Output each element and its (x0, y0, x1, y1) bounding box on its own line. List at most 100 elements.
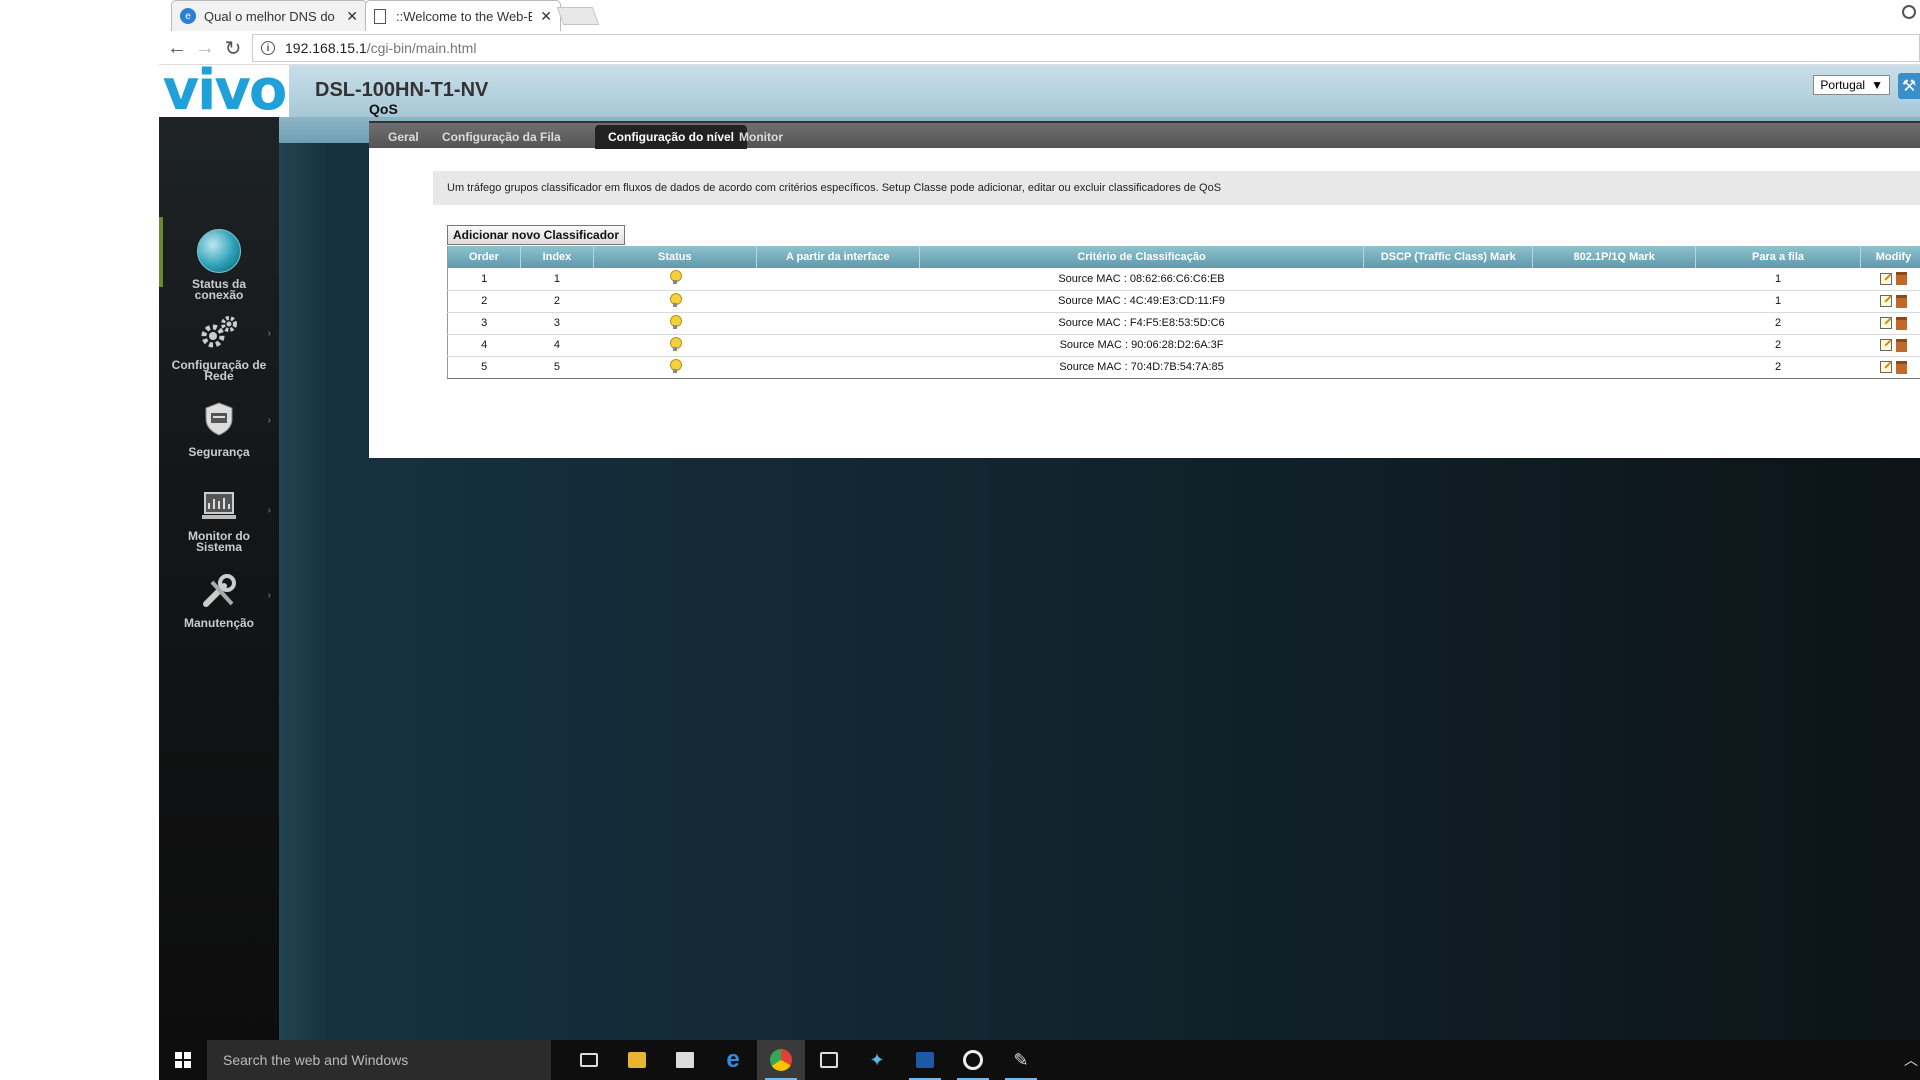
taskbar: Search the web and Windows e ✦ ✎ ︿ (159, 1040, 1920, 1080)
sidebar-item-maintenance[interactable]: › Manutenção (159, 574, 279, 629)
router-page: vivo DSL-100HN-T1-NV Portugal ▼ ⚒ Status… (159, 63, 1920, 1040)
cell-queue: 1 (1695, 268, 1861, 291)
cell-queue: 1 (1695, 290, 1861, 313)
chrome-icon[interactable] (757, 1040, 805, 1080)
cell-criteria: Source MAC : 70:4D:7B:54:7A:85 (919, 356, 1364, 379)
qos-panel: Geral Configuração da Fila Configuração … (369, 121, 1920, 458)
edit-icon[interactable] (1879, 295, 1892, 307)
tab-geral[interactable]: Geral (375, 125, 432, 149)
task-view-icon[interactable] (565, 1040, 613, 1080)
cell-index: 4 (520, 334, 594, 357)
cell-status (593, 356, 757, 379)
taskbar-search-box[interactable]: Search the web and Windows (207, 1040, 551, 1080)
app-icon[interactable] (805, 1040, 853, 1080)
sidebar-item-label: Configuração de Rede (159, 359, 279, 383)
cell-queue: 2 (1695, 356, 1861, 379)
trash-icon[interactable] (1895, 294, 1907, 308)
sidebar-item-monitor[interactable]: › Monitor do Sistema (159, 489, 279, 553)
edge-icon[interactable]: e (709, 1040, 757, 1080)
cell-dscp (1363, 268, 1533, 291)
new-tab-button[interactable] (556, 7, 600, 25)
edit-icon[interactable] (1879, 317, 1892, 329)
cell-status (593, 334, 757, 357)
tab-title: Qual o melhor DNS do B (204, 8, 339, 24)
overwatch-icon[interactable] (949, 1040, 997, 1080)
edit-icon[interactable] (1879, 339, 1892, 351)
close-icon[interactable]: ✕ (540, 8, 552, 25)
url-path: /cgi-bin/main.html (366, 40, 477, 56)
table-header-row: Order Index Status A partir da interface… (447, 246, 1920, 268)
tab-monitor[interactable]: Monitor (726, 125, 796, 149)
table-row: 4 4 Source MAC : 90:06:28:D2:6A:3F 2 (447, 334, 1920, 357)
cell-status (593, 268, 757, 291)
cell-status (593, 312, 757, 335)
close-icon[interactable]: ✕ (346, 8, 358, 25)
address-bar[interactable]: i 192.168.15.1/cgi-bin/main.html (252, 34, 1920, 62)
sidebar-item-network[interactable]: › Configuração de Rede (159, 312, 279, 382)
cell-dscp (1363, 290, 1533, 313)
cell-queue: 2 (1695, 334, 1861, 357)
cell-order: 4 (447, 334, 521, 357)
trash-icon[interactable] (1895, 272, 1907, 286)
label-line-1: Manutenção (183, 616, 254, 630)
sidebar: Status da conexão › Configuração de Rede… (159, 117, 279, 1040)
label-line-1: Segurança (188, 445, 250, 459)
tab-config-nivel[interactable]: Configuração do nível (595, 125, 748, 149)
info-icon[interactable]: i (261, 41, 275, 55)
trash-icon[interactable] (1895, 316, 1907, 330)
column-header: A partir da interface (756, 246, 920, 268)
store-icon[interactable] (661, 1040, 709, 1080)
cell-modify (1860, 312, 1920, 335)
add-classifier-button[interactable]: Adicionar novo Classificador (447, 225, 626, 245)
browser-tab-dns[interactable]: e Qual o melhor DNS do B ✕ (171, 0, 367, 31)
tray-chevron-icon[interactable]: ︿ (1904, 1050, 1920, 1070)
top-banner: vivo DSL-100HN-T1-NV Portugal ▼ ⚒ (159, 63, 1920, 119)
document-icon (374, 8, 386, 24)
screen: e Qual o melhor DNS do B ✕ ::Welcome to … (0, 0, 1920, 1080)
start-button[interactable] (159, 1040, 207, 1080)
cell-modify (1860, 356, 1920, 379)
app-icon[interactable]: ✎ (997, 1040, 1045, 1080)
label-line-2: conexão (194, 288, 244, 302)
browser-window: e Qual o melhor DNS do B ✕ ::Welcome to … (159, 0, 1920, 1080)
section-title: QoS (369, 101, 398, 117)
tab-config-fila[interactable]: Configuração da Fila (429, 125, 574, 149)
column-header: Critério de Classificação (919, 246, 1365, 268)
forward-arrow-icon[interactable]: → (193, 36, 217, 60)
model-title: DSL-100HN-T1-NV (315, 79, 489, 101)
language-select[interactable]: Portugal ▼ (1813, 75, 1890, 95)
app-icon[interactable]: ✦ (853, 1040, 901, 1080)
tab-strip: e Qual o melhor DNS do B ✕ ::Welcome to … (159, 0, 1920, 31)
lightbulb-icon (669, 292, 682, 307)
file-explorer-icon[interactable] (613, 1040, 661, 1080)
cell-index: 5 (520, 356, 594, 379)
sidebar-item-security[interactable]: › Segurança (159, 399, 279, 458)
chevron-right-icon: › (267, 415, 271, 426)
cell-interface (756, 312, 920, 335)
vivo-logo: vivo (159, 63, 289, 119)
edit-icon[interactable] (1879, 272, 1892, 285)
trash-icon[interactable] (1895, 338, 1907, 352)
cell-interface (756, 290, 920, 313)
tools-icon[interactable]: ⚒ (1898, 73, 1920, 99)
chevron-right-icon: › (267, 328, 271, 339)
left-margin (0, 0, 159, 1080)
cell-8021p (1532, 312, 1696, 335)
trash-icon[interactable] (1895, 360, 1907, 374)
dropdown-arrow-icon: ▼ (1871, 78, 1883, 92)
cell-index: 1 (520, 268, 594, 291)
cell-queue: 2 (1695, 312, 1861, 335)
cell-order: 3 (447, 312, 521, 335)
reload-icon[interactable]: ↻ (221, 36, 245, 60)
browser-tab-router[interactable]: ::Welcome to the Web-B ✕ (365, 0, 561, 31)
monitor-icon (202, 492, 236, 519)
profile-icon[interactable] (1902, 5, 1916, 19)
lightbulb-icon (669, 314, 682, 329)
edit-icon[interactable] (1879, 361, 1892, 373)
label-line-2: Rede (204, 369, 234, 383)
back-arrow-icon[interactable]: ← (165, 36, 189, 60)
sidebar-item-status[interactable]: Status da conexão (159, 229, 279, 301)
app-icon[interactable] (901, 1040, 949, 1080)
cell-modify (1860, 290, 1920, 313)
description-text: Um tráfego grupos classificador em fluxo… (433, 171, 1920, 205)
